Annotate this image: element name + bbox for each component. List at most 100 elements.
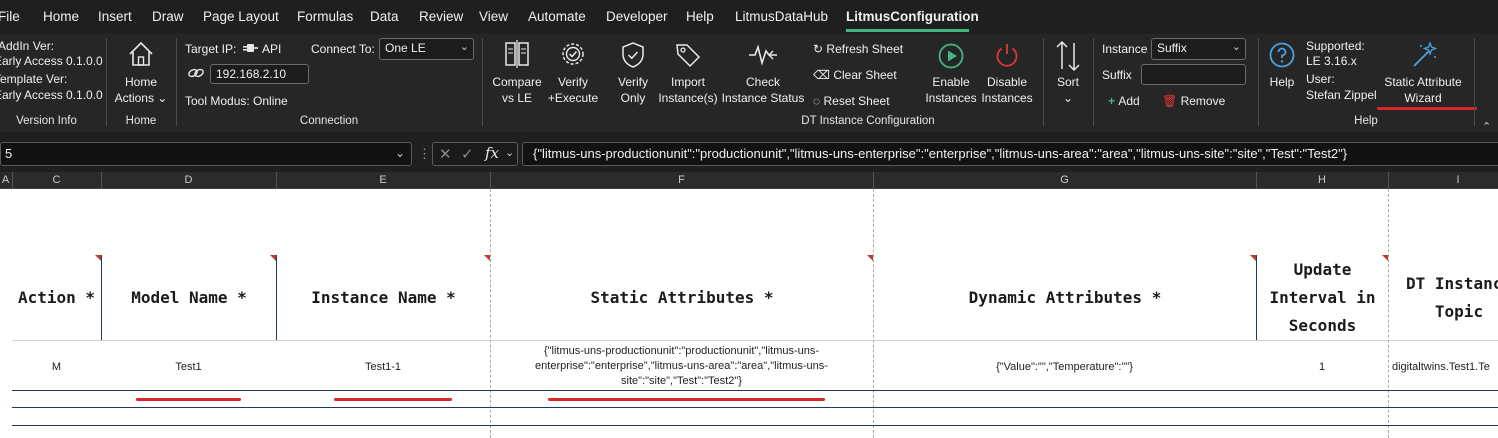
magic-wand-icon[interactable] [1409, 40, 1439, 70]
menu-page-layout[interactable]: Page Layout [203, 9, 279, 24]
group-separator [1093, 38, 1094, 126]
menu-automate[interactable]: Automate [528, 9, 586, 24]
header-cell-dt-instance-topic[interactable]: DT Instance Topic [1389, 255, 1498, 341]
menu-developer[interactable]: Developer [606, 9, 668, 24]
group-label-connection: Connection [299, 115, 359, 127]
remove-button[interactable]: 🗑 Remove [1162, 93, 1225, 109]
verify-execute-line2: +Execute [547, 91, 599, 105]
menu-formulas[interactable]: Formulas [297, 9, 353, 24]
column-header-h[interactable]: H [1256, 174, 1388, 186]
static-attribute-wizard-button[interactable]: Static Attribute Wizard [1378, 74, 1468, 106]
comment-indicator[interactable] [484, 255, 490, 261]
worksheet-grid[interactable]: Action * Model Name * Instance Name * St… [0, 189, 1498, 438]
link-icon [187, 66, 205, 80]
help-button[interactable]: Help [1263, 74, 1301, 90]
gear-check-icon[interactable] [558, 39, 588, 69]
remove-label: Remove [1180, 94, 1226, 108]
home-actions-line2: Actions ⌄ [114, 91, 168, 105]
menu-view[interactable]: View [479, 9, 508, 24]
column-header-c[interactable]: C [12, 174, 101, 186]
menu-insert[interactable]: Insert [98, 9, 132, 24]
column-header-row: A C D E F G H I [0, 172, 1498, 189]
shield-check-icon[interactable] [621, 41, 645, 69]
home-actions-button[interactable]: Home Actions ⌄ [111, 74, 171, 106]
header-cell-model-name[interactable]: Model Name * [102, 255, 276, 341]
column-header-f[interactable]: F [490, 174, 873, 186]
api-label: API [262, 42, 282, 56]
disable-instances-button[interactable]: Disable Instances [978, 74, 1036, 106]
cell-update-interval[interactable]: 1 [1256, 360, 1388, 375]
column-header-i[interactable]: I [1388, 174, 1498, 186]
supported-label: Supported: [1306, 39, 1365, 53]
plus-icon: + [1108, 94, 1116, 108]
enable-instances-button[interactable]: Enable Instances [922, 74, 980, 106]
fx-icon[interactable]: fx [485, 144, 499, 162]
menu-review[interactable]: Review [419, 9, 463, 24]
header-cell-action[interactable]: Action * [12, 255, 101, 341]
menu-data[interactable]: Data [370, 9, 399, 24]
name-box-value: 5 [5, 146, 13, 161]
pulse-icon[interactable] [747, 41, 779, 69]
name-box[interactable]: 5 ⌄ [0, 142, 412, 166]
header-cell-dynamic-attributes[interactable]: Dynamic Attributes * [874, 255, 1256, 341]
wizard-line1: Static Attribute [1384, 75, 1462, 89]
compare-icon[interactable] [504, 40, 530, 68]
header-cell-static-attributes[interactable]: Static Attributes * [491, 255, 873, 341]
suffix-label: Suffix [1102, 68, 1132, 82]
menu-litmusconfiguration[interactable]: LitmusConfiguration [846, 9, 979, 24]
confirm-icon[interactable]: ✓ [461, 145, 474, 163]
menu-draw[interactable]: Draw [152, 9, 184, 24]
verify-execute-button[interactable]: Verify +Execute [543, 74, 603, 106]
update-interval-line2: Interval in [1269, 288, 1376, 307]
home-icon[interactable] [127, 40, 155, 68]
column-header-g[interactable]: G [873, 174, 1256, 186]
cell-dynamic-attributes[interactable]: {"Value":"","Temperature":""} [873, 360, 1256, 375]
home-actions-line1: Home [124, 75, 157, 89]
connect-to-select[interactable]: One LE ⌄ [379, 38, 474, 60]
static-attributes-line3: site":"site","Test":"Test2"} [621, 375, 742, 387]
formula-input[interactable]: {"litmus-uns-productionunit":"production… [522, 142, 1498, 166]
play-circle-icon[interactable] [937, 42, 965, 70]
suffix-input[interactable] [1141, 64, 1246, 85]
target-ip-input[interactable]: 192.168.2.10 [210, 64, 309, 84]
add-button[interactable]: + Add [1108, 93, 1140, 109]
cell-static-attributes[interactable]: {"litmus-uns-productionunit":"production… [490, 344, 873, 389]
chevron-down-icon[interactable]: ⌄ [505, 146, 514, 159]
tag-icon[interactable] [674, 41, 702, 69]
sort-button[interactable]: Sort ⌄ [1048, 74, 1088, 106]
header-cell-update-interval[interactable]: Update Interval in Seconds [1257, 255, 1388, 341]
menu-litmusdatahub[interactable]: LitmusDataHub [735, 9, 828, 24]
sort-arrows-icon[interactable] [1054, 40, 1082, 72]
column-header-e[interactable]: E [276, 174, 490, 186]
verify-only-button[interactable]: Verify Only [604, 74, 662, 106]
cell-action[interactable]: M [12, 360, 101, 375]
help-icon[interactable] [1268, 41, 1296, 69]
group-label-dt-instance: DT Instance Configuration [801, 115, 935, 127]
header-cell-instance-name[interactable]: Instance Name * [277, 255, 490, 341]
more-options-icon[interactable]: ⋮ [418, 146, 431, 162]
compare-vs-le-button[interactable]: Compare vs LE [487, 74, 547, 106]
cell-model-name[interactable]: Test1 [101, 360, 276, 375]
check-instance-status-button[interactable]: Check Instance Status [720, 74, 806, 106]
cell-instance-name[interactable]: Test1-1 [276, 360, 490, 375]
comment-indicator[interactable] [1382, 255, 1388, 261]
group-separator [1258, 38, 1259, 126]
sort-line2: ⌄ [1062, 91, 1074, 105]
cancel-icon[interactable]: ✕ [439, 145, 452, 163]
reset-sheet-button[interactable]: ◌ Reset Sheet [813, 93, 890, 109]
clear-sheet-button[interactable]: ⌫ Clear Sheet [813, 67, 897, 83]
comment-indicator[interactable] [867, 255, 873, 261]
reset-sheet-label: Reset Sheet [823, 94, 890, 108]
refresh-sheet-button[interactable]: ↻ Refresh Sheet [813, 41, 903, 57]
menu-help[interactable]: Help [686, 9, 714, 24]
power-icon[interactable] [993, 41, 1021, 69]
import-instances-button[interactable]: Import Instance(s) [656, 74, 720, 106]
menu-home[interactable]: Home [43, 9, 79, 24]
verify-only-line1: Verify [617, 75, 648, 89]
row-border [12, 407, 1498, 408]
column-header-a[interactable]: A [0, 174, 11, 186]
menu-file[interactable]: File [0, 9, 20, 24]
column-header-d[interactable]: D [101, 174, 276, 186]
instance-select[interactable]: Suffix ⌄ [1151, 38, 1246, 60]
cell-dt-instance-topic[interactable]: digitaltwins.Test1.Te [1392, 360, 1498, 375]
